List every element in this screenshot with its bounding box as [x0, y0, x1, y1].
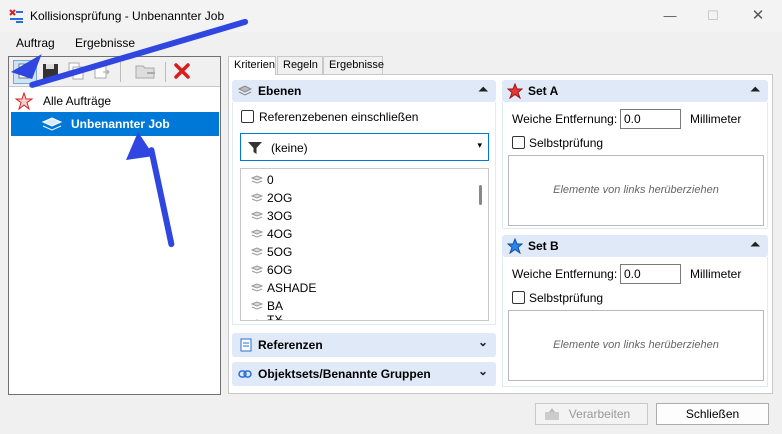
set-a-header[interactable]: Set A ⏶: [502, 80, 768, 102]
link-icon: [238, 370, 252, 378]
referenzen-header[interactable]: Referenzen ⌄: [232, 333, 496, 357]
layer-name: 2OG: [267, 191, 293, 205]
title-bar: Kollisionsprüfung - Unbenannter Job — ☐ …: [0, 0, 782, 32]
include-ref-label: Referenzebenen einschließen: [259, 110, 419, 124]
set-a-red-star-icon: [507, 83, 523, 99]
process-label: Verarbeiten: [568, 407, 631, 421]
layer-list[interactable]: 02OG3OG4OG5OG6OGASHADEBA TX MaßeBE TU TO…: [240, 168, 489, 321]
set-b-unit: Millimeter: [690, 267, 742, 281]
filter-funnel-icon: [248, 142, 262, 154]
menu-ergebnisse[interactable]: Ergebnisse: [75, 36, 135, 50]
set-b-drop-zone[interactable]: Elemente von links herüberziehen: [508, 310, 764, 381]
job-panel: Alle Aufträge Unbenannter Job: [8, 56, 221, 395]
set-a-distance-input[interactable]: 0.0: [620, 109, 681, 129]
collapse-icon[interactable]: ⏶: [750, 237, 760, 252]
layer-name: 4OG: [267, 227, 293, 241]
process-icon: [545, 408, 559, 420]
layer-icon: [251, 211, 263, 220]
layer-icon: [251, 229, 263, 238]
layer-filter-dropdown[interactable]: (keine) ▾: [240, 133, 489, 161]
layer-name: 0: [267, 173, 274, 187]
criteria-panel: Ebenen ⏶ Referenzebenen einschließen (ke…: [228, 74, 773, 394]
tab-ergebnisse[interactable]: Ergebnisse: [323, 56, 384, 74]
tree-item-unnamed-job[interactable]: Unbenannter Job: [11, 112, 219, 136]
set-b-blue-star-icon: [507, 238, 523, 254]
toolbar-separator: [120, 62, 121, 82]
layer-name: 5OG: [267, 245, 293, 259]
set-b-distance-label: Weiche Entfernung:: [512, 267, 618, 281]
clash-detective-icon: [9, 9, 23, 23]
layer-icon: [251, 265, 263, 274]
process-button[interactable]: Verarbeiten: [535, 403, 648, 425]
window-title: Kollisionsprüfung - Unbenannter Job: [30, 9, 225, 23]
dropdown-arrow-icon: ▾: [477, 140, 482, 150]
ebenen-header[interactable]: Ebenen ⏶: [232, 80, 496, 102]
set-a-self-check-label: Selbstprüfung: [529, 136, 604, 150]
layer-icon: [251, 193, 263, 202]
set-b-title: Set B: [528, 239, 559, 253]
filter-value: (keine): [271, 141, 308, 155]
minimize-button[interactable]: —: [660, 6, 680, 26]
set-a-title: Set A: [528, 84, 559, 98]
layer-list-scrollbar[interactable]: [476, 171, 486, 319]
set-a-self-check-checkbox[interactable]: [512, 136, 525, 149]
folder-add-icon: [135, 65, 155, 79]
tree-root-label: Alle Aufträge: [43, 94, 112, 108]
set-b-body: Weiche Entfernung: 0.0 Millimeter Selbst…: [502, 257, 768, 387]
set-a-body: Weiche Entfernung: 0.0 Millimeter Selbst…: [502, 102, 768, 229]
clash-star-icon: [15, 92, 33, 110]
tree-job-label: Unbenannter Job: [71, 117, 170, 131]
layers-icon: [41, 117, 63, 131]
objektsets-header[interactable]: Objektsets/Benannte Gruppen ⌄: [232, 362, 496, 386]
layer-name: 3OG: [267, 209, 293, 223]
maximize-button[interactable]: ☐: [703, 6, 723, 26]
tab-strip: Kriterien Regeln Ergebnisse: [228, 56, 773, 75]
referenzen-title: Referenzen: [258, 338, 323, 352]
arrowhead-icon: [10, 54, 42, 79]
ebenen-title: Ebenen: [258, 84, 302, 98]
layer-name: 6OG: [267, 263, 293, 277]
layer-icon: [251, 301, 263, 310]
tab-kriterien[interactable]: Kriterien: [228, 56, 276, 75]
layers-icon: [238, 85, 252, 96]
set-b-self-check-checkbox[interactable]: [512, 291, 525, 304]
objektsets-title: Objektsets/Benannte Gruppen: [258, 367, 431, 381]
toolbar-separator: [165, 62, 166, 82]
tab-regeln[interactable]: Regeln: [277, 56, 323, 74]
arrowhead-icon: [126, 132, 154, 160]
include-ref-checkbox[interactable]: [241, 110, 254, 123]
delete-job-button[interactable]: [171, 60, 195, 84]
close-button[interactable]: Schließen: [656, 403, 769, 425]
expand-icon[interactable]: ⌄: [478, 335, 488, 349]
layer-name: ASHADE: [267, 281, 317, 295]
collapse-icon[interactable]: ⏶: [478, 82, 488, 97]
layer-name: BE TU TOP: [267, 317, 291, 320]
close-window-button[interactable]: ✕: [748, 6, 768, 26]
layer-icon: [251, 247, 263, 256]
set-a-distance-label: Weiche Entfernung:: [512, 112, 618, 126]
layer-icon: [251, 283, 263, 292]
set-b-header[interactable]: Set B ⏶: [502, 235, 768, 257]
document-icon: [240, 338, 252, 352]
set-a-unit: Millimeter: [690, 112, 742, 126]
collapse-icon[interactable]: ⏶: [750, 82, 760, 97]
layer-icon: [255, 319, 259, 320]
add-folder-button[interactable]: [133, 60, 157, 84]
layer-icon: [251, 175, 263, 184]
scrollbar-thumb[interactable]: [479, 185, 482, 205]
set-b-distance-input[interactable]: 0.0: [620, 264, 681, 284]
red-x-icon: [174, 63, 190, 79]
set-a-drop-zone[interactable]: Elemente von links herüberziehen: [508, 155, 764, 226]
expand-icon[interactable]: ⌄: [478, 364, 488, 378]
set-b-self-check-label: Selbstprüfung: [529, 291, 604, 305]
ebenen-body: Referenzebenen einschließen (keine) ▾ 0 2…: [232, 102, 496, 325]
menu-auftrag[interactable]: Auftrag: [16, 36, 55, 50]
